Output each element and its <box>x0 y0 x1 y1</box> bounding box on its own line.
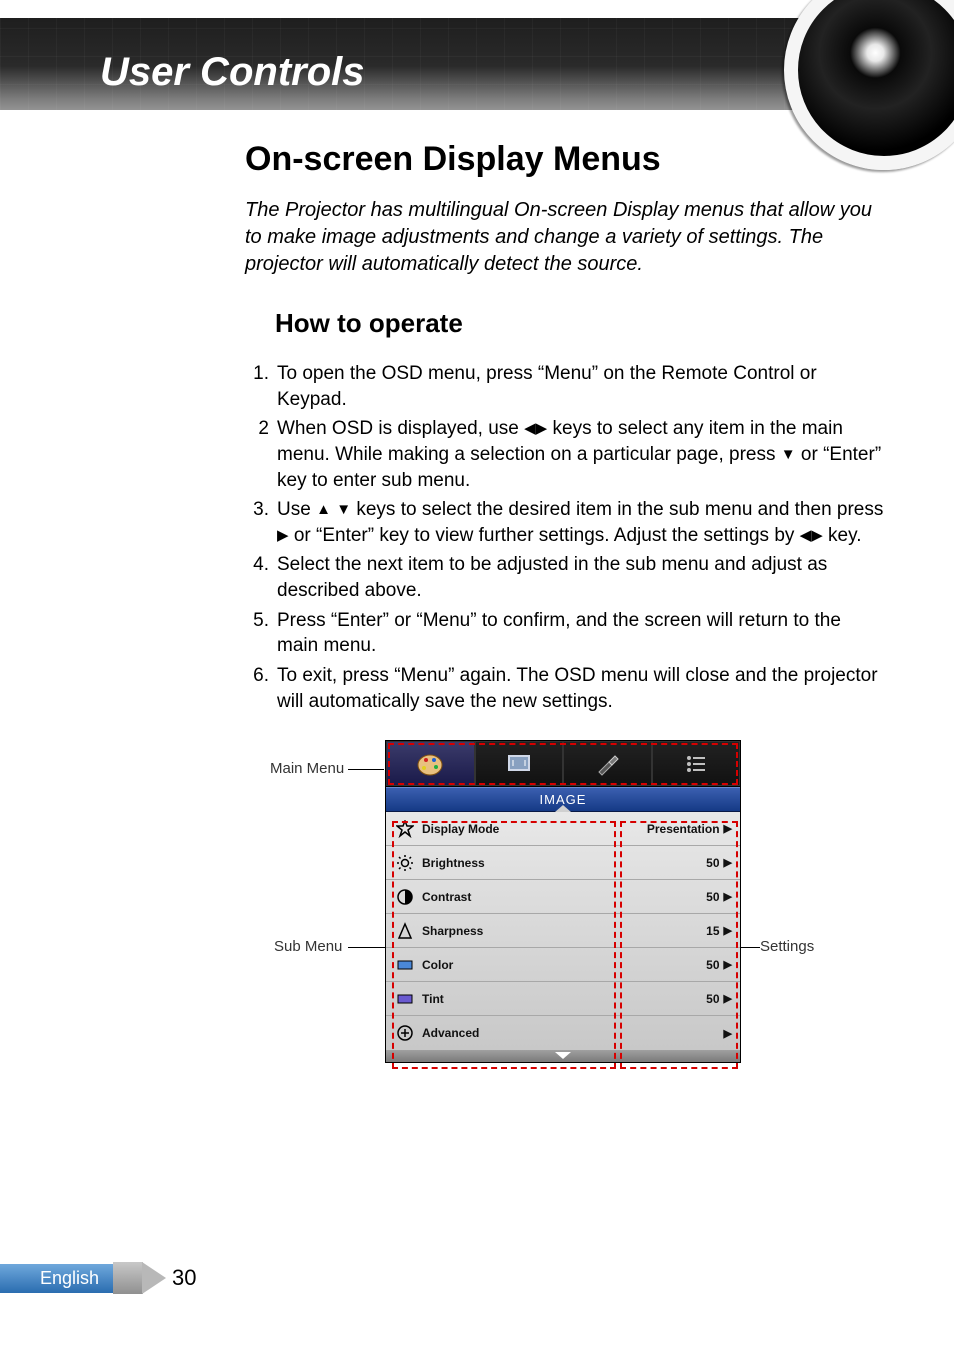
menu-row-sharpness[interactable]: Sharpness 15 ▶ <box>386 914 740 948</box>
menu-row-value: 50 <box>706 856 719 870</box>
sub-menu-callout: Sub Menu <box>274 938 342 955</box>
content-column: On-screen Display Menus The Projector ha… <box>245 140 885 718</box>
sun-icon <box>394 854 416 872</box>
section-heading: On-screen Display Menus <box>245 140 885 179</box>
tools-icon <box>591 748 623 780</box>
menu-row-value: 50 <box>706 992 719 1006</box>
instruction-step: 4. Select the next item to be adjusted i… <box>245 552 885 603</box>
osd-title: IMAGE <box>386 787 740 812</box>
instruction-step: 3. Use ▲ ▼ keys to select the desired it… <box>245 497 885 548</box>
contrast-icon <box>394 888 416 906</box>
footer-decor <box>113 1262 143 1294</box>
menu-row-label: Contrast <box>422 890 706 904</box>
step-number: 3. <box>245 497 277 548</box>
settings-callout: Settings <box>760 938 814 955</box>
tint-icon <box>394 990 416 1008</box>
instruction-step: 1. To open the OSD menu, press “Menu” on… <box>245 361 885 412</box>
arrow-up-icon: ▲ <box>316 502 331 517</box>
menu-row-contrast[interactable]: Contrast 50 ▶ <box>386 880 740 914</box>
menu-row-value: 50 <box>706 958 719 972</box>
tab-options[interactable] <box>652 741 741 786</box>
step-number: 1. <box>245 361 277 412</box>
menu-row-display-mode[interactable]: Display Mode Presentation ▶ <box>386 812 740 846</box>
menu-row-label: Display Mode <box>422 822 647 836</box>
menu-row-label: Advanced <box>422 1026 720 1040</box>
step-number: 2 <box>245 416 277 493</box>
tab-image[interactable] <box>386 741 475 786</box>
chevron-right-icon: ▶ <box>724 822 732 835</box>
plus-circle-icon <box>394 1024 416 1042</box>
star-icon <box>394 820 416 838</box>
section-intro: The Projector has multilingual On-screen… <box>245 197 885 278</box>
main-menu-callout: Main Menu <box>270 760 344 777</box>
menu-row-label: Brightness <box>422 856 706 870</box>
page-footer: English 30 <box>0 1262 197 1294</box>
instruction-step: 5. Press “Enter” or “Menu” to confirm, a… <box>245 608 885 659</box>
page-header-title: User Controls <box>100 50 365 95</box>
chevron-right-icon: ▶ <box>724 958 732 971</box>
step-number: 4. <box>245 552 277 603</box>
arrow-right-icon: ▶ <box>536 421 548 436</box>
subsection-heading: How to operate <box>275 308 885 339</box>
osd-panel: IMAGE Display Mode Presentation ▶ Bright… <box>385 740 741 1063</box>
menu-row-value: 50 <box>706 890 719 904</box>
chevron-right-icon: ▶ <box>724 890 732 903</box>
step-text: To open the OSD menu, press “Menu” on th… <box>277 361 885 412</box>
instruction-list: 1. To open the OSD menu, press “Menu” on… <box>245 361 885 714</box>
step-text: To exit, press “Menu” again. The OSD men… <box>277 663 885 714</box>
menu-row-value: Presentation <box>647 822 720 836</box>
menu-row-label: Sharpness <box>422 924 706 938</box>
chevron-right-icon: ▶ <box>724 856 732 869</box>
chevron-right-icon: ▶ <box>724 1027 732 1040</box>
tab-display[interactable] <box>475 741 564 786</box>
arrow-left-icon: ◀ <box>524 421 536 436</box>
menu-row-tint[interactable]: Tint 50 ▶ <box>386 982 740 1016</box>
chevron-right-icon: ▶ <box>724 924 732 937</box>
chevron-right-icon: ▶ <box>724 992 732 1005</box>
color-icon <box>394 956 416 974</box>
step-text: Press “Enter” or “Menu” to confirm, and … <box>277 608 885 659</box>
osd-footer <box>386 1050 740 1062</box>
arrow-down-icon: ▼ <box>781 447 796 462</box>
instruction-step: 2 When OSD is displayed, use ◀▶ keys to … <box>245 416 885 493</box>
page-header: User Controls <box>0 0 954 110</box>
arrow-right-icon: ▶ <box>277 528 289 543</box>
footer-arrow-decor <box>142 1262 166 1294</box>
menu-row-advanced[interactable]: Advanced ▶ <box>386 1016 740 1050</box>
footer-language: English <box>0 1264 113 1293</box>
arrow-right-icon: ▶ <box>811 528 823 543</box>
instruction-step: 6. To exit, press “Menu” again. The OSD … <box>245 663 885 714</box>
menu-row-brightness[interactable]: Brightness 50 ▶ <box>386 846 740 880</box>
step-number: 5. <box>245 608 277 659</box>
step-text: Use ▲ ▼ keys to select the desired item … <box>277 497 885 548</box>
menu-row-label: Tint <box>422 992 706 1006</box>
sliders-icon <box>680 748 712 780</box>
footer-page-number: 30 <box>172 1265 196 1291</box>
step-text: When OSD is displayed, use ◀▶ keys to se… <box>277 416 885 493</box>
menu-row-value: 15 <box>706 924 719 938</box>
step-number: 6. <box>245 663 277 714</box>
arrow-left-icon: ◀ <box>800 528 812 543</box>
sharpness-icon <box>394 922 416 940</box>
screen-icon <box>503 748 535 780</box>
osd-sub-menu: Display Mode Presentation ▶ Brightness 5… <box>386 812 740 1050</box>
menu-row-label: Color <box>422 958 706 972</box>
tab-setup[interactable] <box>563 741 652 786</box>
palette-icon <box>414 748 446 780</box>
arrow-down-icon: ▼ <box>336 502 351 517</box>
menu-row-color[interactable]: Color 50 ▶ <box>386 948 740 982</box>
step-text: Select the next item to be adjusted in t… <box>277 552 885 603</box>
osd-main-menu-tabs <box>386 741 740 787</box>
